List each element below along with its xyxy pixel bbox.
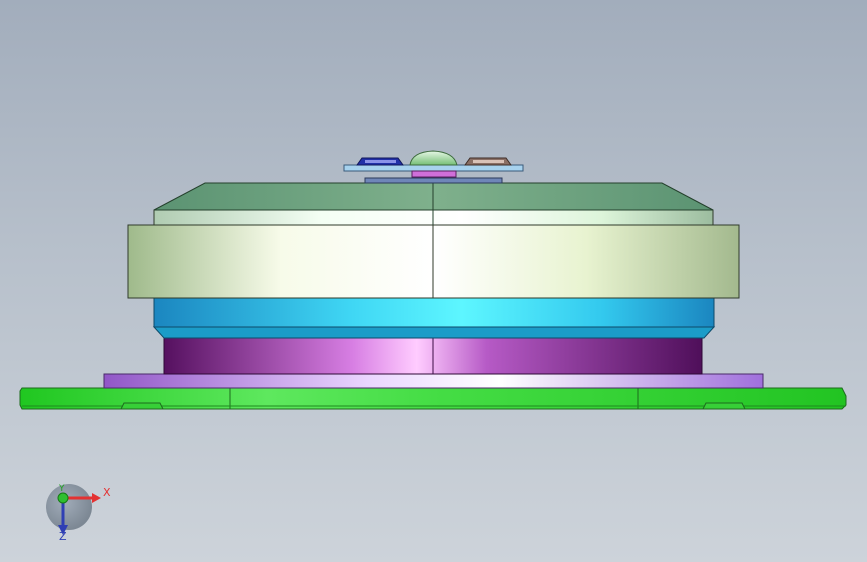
top-cap[interactable] (153, 182, 714, 226)
cyan-ring[interactable] (152, 297, 716, 339)
purple-ring[interactable] (163, 337, 703, 375)
main-ring[interactable] (127, 224, 740, 299)
green-base-plate[interactable] (19, 387, 847, 410)
model-3d-view[interactable] (0, 0, 867, 562)
triad-z-label: Z (59, 530, 67, 543)
triad-y-label: Y (59, 484, 65, 494)
top-fittings[interactable] (343, 150, 524, 184)
lavender-plate[interactable] (103, 373, 764, 389)
triad-sphere (46, 484, 92, 530)
triad-x-label: X (103, 486, 111, 499)
graphics-viewport[interactable]: X Y Z (0, 0, 867, 562)
